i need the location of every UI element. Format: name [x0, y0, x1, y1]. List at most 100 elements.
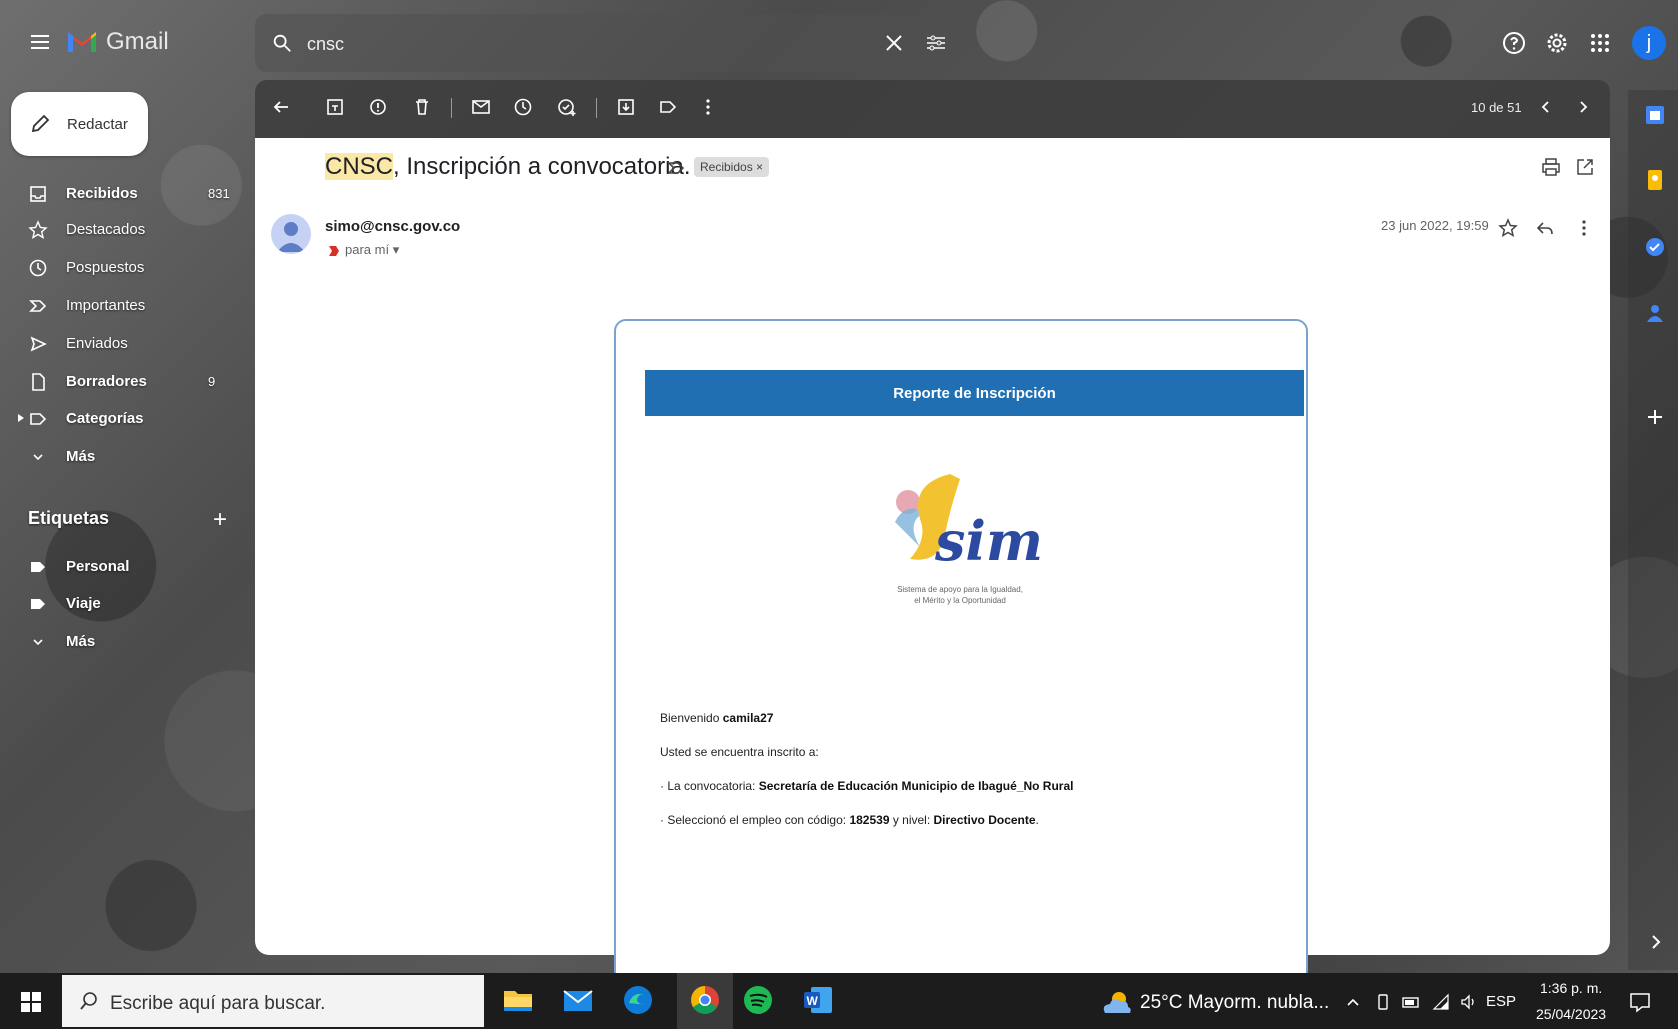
pencil-icon: [29, 113, 51, 135]
chevron-down-icon: [28, 632, 48, 652]
sidebar-item-drafts[interactable]: Borradores 9: [0, 365, 240, 399]
message-position: 10 de 51: [1471, 100, 1522, 115]
add-addon-icon[interactable]: [1643, 405, 1667, 429]
important-marker-icon[interactable]: [666, 158, 686, 178]
chrome-browser-icon[interactable]: [688, 983, 722, 1017]
send-icon: [28, 334, 48, 354]
sidebar-item-label: Recibidos: [66, 185, 138, 202]
sidebar-item-label: Categorías: [66, 410, 144, 427]
sidebar-item-label: Destacados: [66, 221, 146, 238]
account-avatar[interactable]: j: [1632, 26, 1666, 60]
sidebar-item-snoozed[interactable]: Pospuestos: [0, 251, 240, 285]
settings-gear-icon[interactable]: [1544, 30, 1570, 56]
taskbar-date[interactable]: 25/04/2023: [1536, 1006, 1606, 1022]
back-arrow-icon[interactable]: [270, 96, 292, 118]
tasks-icon[interactable]: [1643, 235, 1667, 259]
gmail-logo-icon[interactable]: [66, 28, 98, 54]
sidebar-item-categories[interactable]: Categorías: [0, 402, 240, 436]
subject-text: , Inscripción a convocatoria.: [393, 153, 691, 180]
sidebar-item-inbox[interactable]: Recibidos 831: [0, 177, 240, 211]
notification-icon[interactable]: [1628, 990, 1652, 1014]
word-icon[interactable]: W: [801, 983, 835, 1017]
label-as-icon[interactable]: [657, 96, 679, 118]
app-name: Gmail: [106, 28, 169, 55]
mail-app-icon[interactable]: [561, 983, 595, 1017]
keep-icon[interactable]: [1643, 168, 1667, 192]
sidebar-labels-more[interactable]: Más: [0, 625, 240, 659]
draft-count: 9: [208, 374, 216, 389]
sender-avatar[interactable]: [271, 214, 311, 254]
main-menu-icon[interactable]: [28, 30, 52, 54]
search-icon[interactable]: [271, 32, 293, 54]
edge-browser-icon[interactable]: [621, 983, 655, 1017]
print-icon[interactable]: [1540, 156, 1562, 178]
reply-icon[interactable]: [1534, 217, 1556, 239]
move-to-icon[interactable]: [615, 96, 637, 118]
recipient-details[interactable]: para mí ▾: [345, 242, 399, 258]
side-panel-rail: [1628, 90, 1678, 970]
mark-unread-icon[interactable]: [470, 96, 492, 118]
taskbar-time[interactable]: 1:36 p. m.: [1540, 980, 1602, 996]
open-new-window-icon[interactable]: [1574, 156, 1596, 178]
file-explorer-icon[interactable]: [501, 983, 535, 1017]
star-icon: [28, 220, 48, 240]
job-level: Directivo Docente: [933, 813, 1036, 827]
newer-chevron-left-icon[interactable]: [1535, 96, 1557, 118]
sender-email[interactable]: simo@cnsc.gov.co: [325, 218, 460, 235]
subject-highlight: CNSC: [325, 153, 394, 180]
archive-icon[interactable]: [324, 96, 346, 118]
sidebar-item-important[interactable]: Importantes: [0, 289, 240, 323]
report-header: Reporte de Inscripción: [645, 370, 1304, 416]
toolbar-divider: [596, 98, 597, 118]
logo-wordmark: simo: [934, 509, 1040, 573]
label-tag-icon: [28, 594, 48, 614]
spotify-icon[interactable]: [741, 983, 775, 1017]
chevron-up-icon[interactable]: [1343, 992, 1363, 1012]
expand-chevron-right-icon[interactable]: [1643, 930, 1667, 954]
more-vertical-icon[interactable]: [1573, 217, 1595, 239]
clear-search-icon[interactable]: [884, 33, 904, 53]
weather-text[interactable]: 25°C Mayorm. nubla...: [1140, 992, 1329, 1014]
compose-button[interactable]: Redactar: [11, 92, 148, 156]
sidebar-item-sent[interactable]: Enviados: [0, 327, 240, 361]
help-icon[interactable]: [1501, 30, 1527, 56]
logo-tagline: Sistema de apoyo para la Igualdad,: [897, 585, 1023, 594]
convocatoria-line: · La convocatoria: Secretaría de Educaci…: [660, 779, 1073, 793]
add-task-icon[interactable]: [556, 96, 578, 118]
search-options-icon[interactable]: [924, 31, 948, 55]
input-language[interactable]: ESP: [1486, 993, 1516, 1010]
draft-file-icon: [28, 372, 48, 392]
older-chevron-right-icon[interactable]: [1572, 96, 1594, 118]
add-label-button[interactable]: +: [213, 506, 227, 534]
sidebar-item-starred[interactable]: Destacados: [0, 213, 240, 247]
sidebar-label-personal[interactable]: Personal: [0, 550, 240, 584]
clock-icon: [28, 258, 48, 278]
important-icon: [28, 296, 48, 316]
message-toolbar: [255, 80, 1610, 138]
weather-cloud-icon[interactable]: [1100, 989, 1132, 1015]
chevron-down-icon: [28, 447, 48, 467]
windows-start-icon[interactable]: [20, 991, 42, 1013]
trash-icon[interactable]: [411, 96, 433, 118]
sidebar-item-label: Más: [66, 633, 96, 650]
inbox-icon: [28, 184, 48, 204]
report-spam-icon[interactable]: [367, 96, 389, 118]
sidebar-label-travel[interactable]: Viaje: [0, 587, 240, 621]
inbox-label-chip[interactable]: Recibidos ×: [694, 157, 770, 177]
calendar-icon[interactable]: [1643, 103, 1667, 127]
expand-arrow-icon[interactable]: [18, 414, 24, 422]
battery-icon[interactable]: [1401, 992, 1421, 1012]
job-line: · Seleccionó el empleo con código: 18253…: [660, 813, 1039, 827]
star-icon[interactable]: [1497, 217, 1519, 239]
snooze-clock-icon[interactable]: [512, 96, 534, 118]
phone-link-icon[interactable]: [1373, 992, 1393, 1012]
labels-heading: Etiquetas: [28, 508, 110, 528]
more-vertical-icon[interactable]: [697, 96, 719, 118]
sidebar-item-more[interactable]: Más: [0, 440, 240, 474]
apps-grid-icon[interactable]: [1587, 30, 1613, 56]
logo-tagline: el Mérito y la Oportunidad: [914, 596, 1006, 605]
volume-icon[interactable]: [1459, 992, 1479, 1012]
contacts-icon[interactable]: [1643, 301, 1667, 325]
wifi-icon[interactable]: [1431, 992, 1451, 1012]
search-input[interactable]: [305, 26, 809, 62]
